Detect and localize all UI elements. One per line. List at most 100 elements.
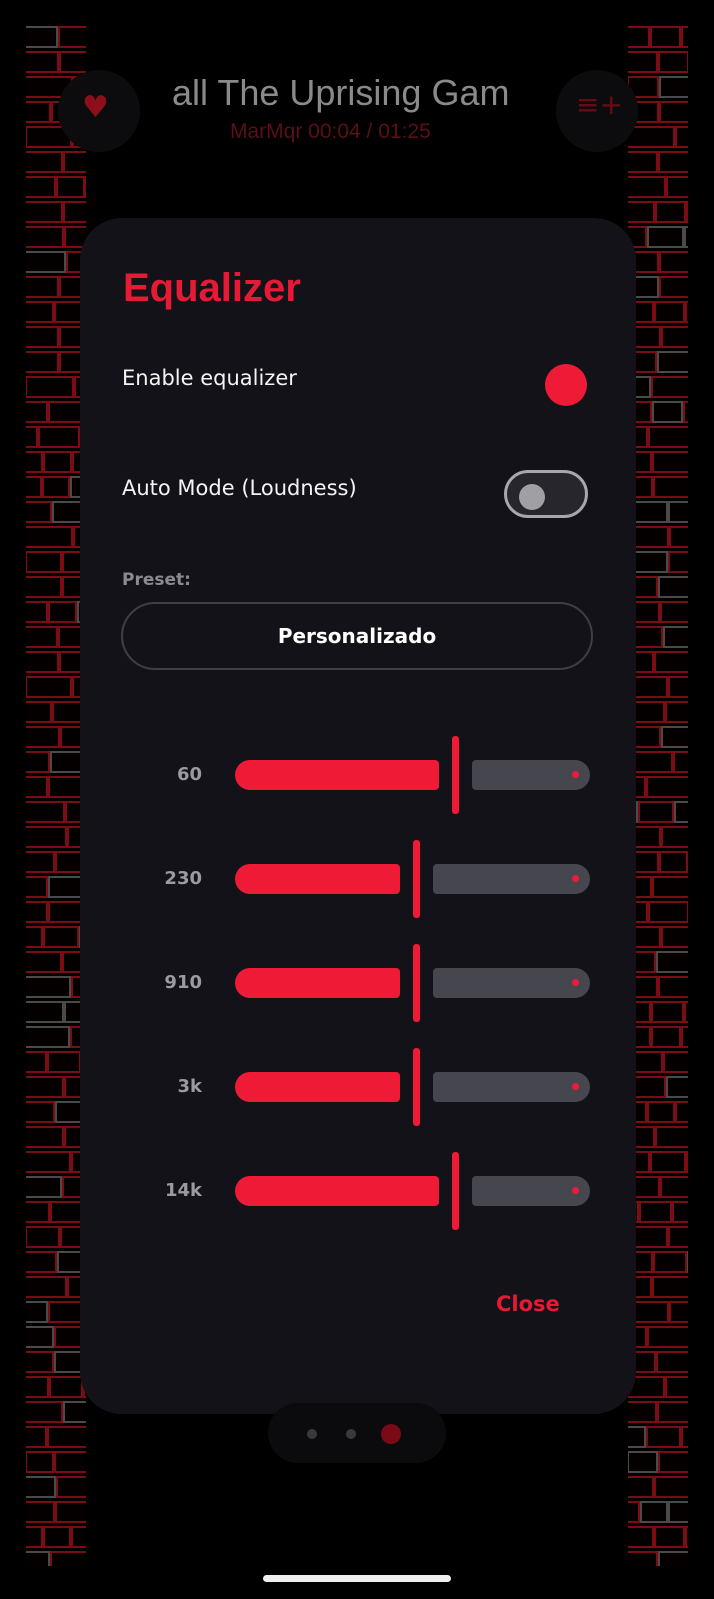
brick <box>646 1426 681 1448</box>
slider-thumb[interactable] <box>413 1048 420 1126</box>
brick <box>63 151 86 173</box>
page-indicator <box>268 1403 446 1463</box>
brick <box>26 801 65 823</box>
dialog-title: Equalizer <box>123 266 301 310</box>
brick <box>639 1201 672 1223</box>
brick <box>26 26 58 48</box>
brick <box>659 851 688 873</box>
brick <box>26 401 48 423</box>
brick <box>657 351 688 373</box>
brick <box>26 451 43 473</box>
auto-mode-switch[interactable] <box>504 470 588 518</box>
brick <box>652 401 683 423</box>
preset-value: Personalizado <box>277 624 437 648</box>
page-dot[interactable] <box>346 1429 356 1439</box>
brick <box>673 751 688 773</box>
enable-equalizer-toggle[interactable] <box>545 364 587 406</box>
brick <box>26 51 59 73</box>
brick <box>26 226 64 248</box>
brick <box>47 1051 81 1073</box>
brick <box>26 676 72 698</box>
brick <box>26 576 62 598</box>
eq-band-slider[interactable] <box>235 840 590 918</box>
brick <box>26 201 63 223</box>
brick <box>50 1551 86 1566</box>
brick <box>628 201 655 223</box>
brick <box>654 1476 688 1498</box>
brick <box>687 1251 688 1273</box>
brick <box>55 1501 86 1523</box>
eq-band: 3k <box>80 1048 636 1126</box>
brick <box>686 201 688 223</box>
brick <box>653 1251 687 1273</box>
brick <box>648 901 688 923</box>
brick <box>628 26 650 48</box>
brick <box>651 1026 681 1048</box>
brick <box>681 1026 688 1048</box>
slider-inactive-track <box>433 1072 590 1102</box>
brick-wall-right <box>628 26 688 1566</box>
brick <box>43 926 79 948</box>
add-to-queue-button[interactable]: ≡+ <box>556 70 638 152</box>
brick <box>26 101 51 123</box>
brick <box>674 801 688 823</box>
brick <box>661 326 688 348</box>
brick <box>26 1001 64 1023</box>
brick <box>652 1276 688 1298</box>
eq-band-slider[interactable] <box>235 1048 590 1126</box>
eq-band-slider[interactable] <box>235 944 590 1022</box>
brick <box>652 876 688 898</box>
slider-thumb[interactable] <box>452 1152 459 1230</box>
preset-selector[interactable]: Personalizado <box>121 602 593 670</box>
brick <box>26 851 55 873</box>
brick <box>653 476 688 498</box>
brick <box>26 726 60 748</box>
brick <box>26 551 62 573</box>
brick <box>668 551 688 573</box>
brick <box>628 1451 658 1473</box>
slider-thumb[interactable] <box>452 736 459 814</box>
brick <box>668 1501 688 1523</box>
auto-mode-label: Auto Mode (Loudness) <box>122 476 357 500</box>
slider-stop-indicator <box>572 1187 579 1194</box>
brick <box>628 176 666 198</box>
brick <box>26 1551 50 1566</box>
brick <box>628 126 675 148</box>
slider-thumb[interactable] <box>413 944 420 1022</box>
brick <box>26 376 74 398</box>
slider-active-track <box>235 760 439 790</box>
eq-band-slider[interactable] <box>235 1152 590 1230</box>
brick <box>669 1301 688 1323</box>
brick <box>26 476 42 498</box>
brick <box>26 1076 64 1098</box>
page-dot[interactable] <box>307 1429 317 1439</box>
brick <box>26 326 59 348</box>
brick <box>647 1101 675 1123</box>
favorite-button[interactable]: ♥ <box>58 70 140 152</box>
brick <box>49 1376 83 1398</box>
brick <box>663 1051 688 1073</box>
brick <box>26 1476 56 1498</box>
brick <box>43 451 72 473</box>
brick <box>658 51 688 73</box>
slider-thumb[interactable] <box>413 840 420 918</box>
brick <box>43 1526 71 1548</box>
home-indicator[interactable] <box>263 1575 451 1582</box>
eq-band-slider[interactable] <box>235 736 590 814</box>
brick <box>26 1376 49 1398</box>
brick <box>651 1001 684 1023</box>
page-dot-active[interactable] <box>381 1424 401 1444</box>
brick <box>659 76 688 98</box>
close-button[interactable]: Close <box>496 1292 560 1316</box>
brick <box>684 226 688 248</box>
brick <box>26 1501 55 1523</box>
brick <box>48 776 84 798</box>
brick <box>650 26 681 48</box>
playlist-add-icon: ≡+ <box>576 88 623 121</box>
brick <box>640 1501 668 1523</box>
brick <box>654 651 688 673</box>
brick <box>647 226 684 248</box>
brick <box>658 151 688 173</box>
brick <box>665 1376 688 1398</box>
brick <box>628 1501 640 1523</box>
